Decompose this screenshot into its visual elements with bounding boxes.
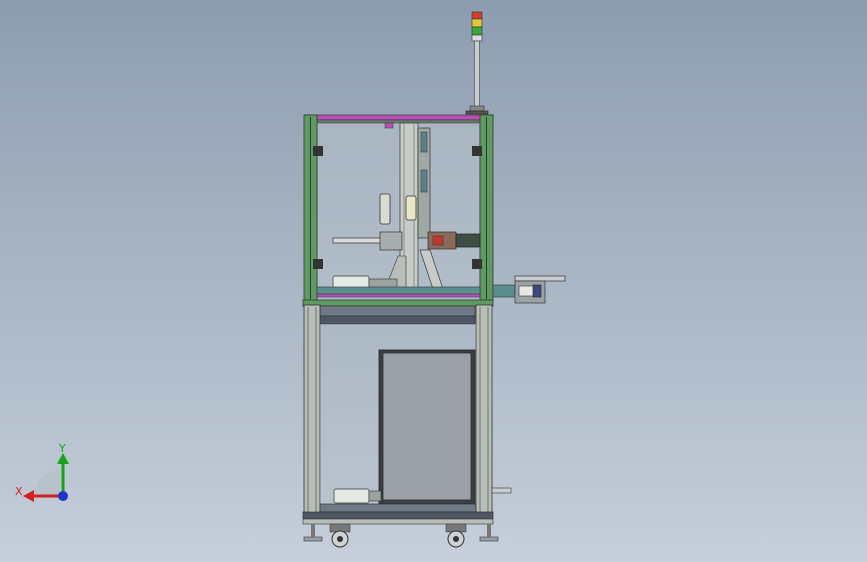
- side-extension: [492, 275, 566, 304]
- y-axis-label: Y: [59, 442, 66, 455]
- triad-axes-icon: [23, 453, 69, 502]
- signal-tower: [465, 11, 489, 115]
- machine-model-front-view[interactable]: [0, 0, 867, 562]
- coordinate-triad: X Y: [12, 440, 82, 510]
- lower-cabinet: [302, 304, 512, 525]
- casters-and-feet: [303, 523, 499, 548]
- x-axis-label: X: [15, 485, 23, 498]
- 3d-viewport[interactable]: X Y: [0, 0, 867, 562]
- middle-beam: [302, 299, 494, 325]
